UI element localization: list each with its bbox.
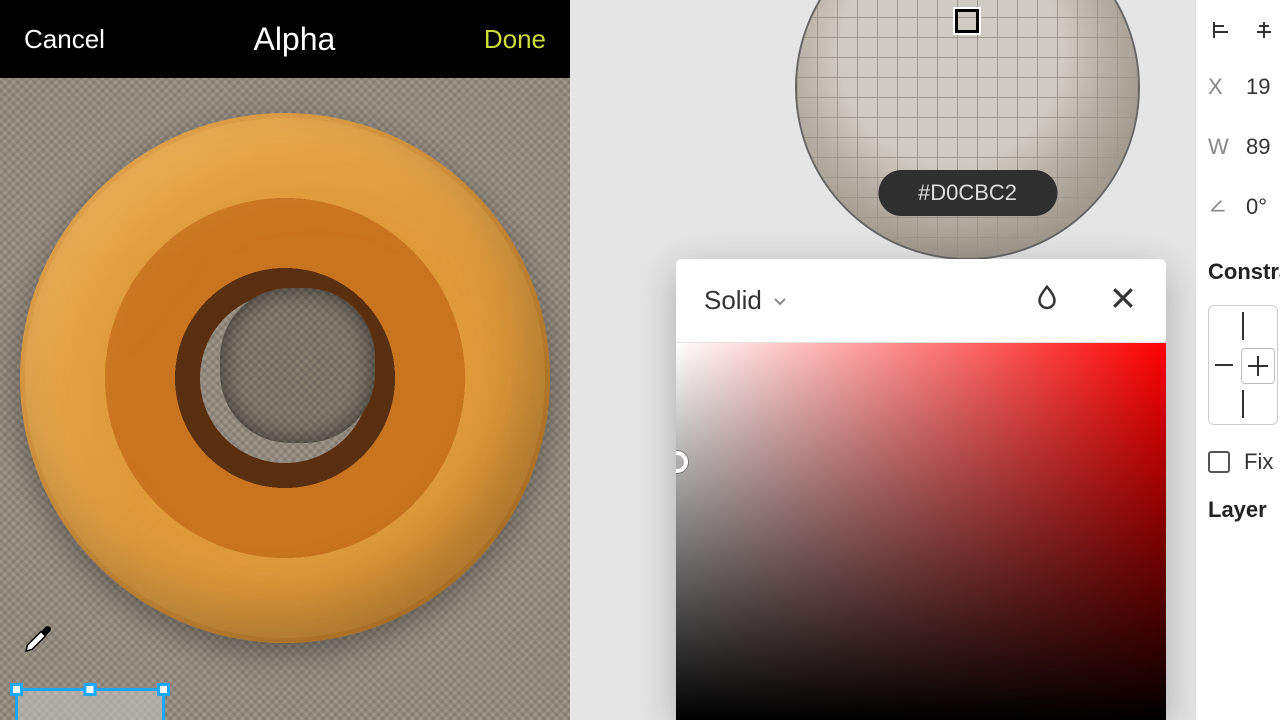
cancel-button[interactable]: Cancel [24, 24, 105, 55]
w-value: 89 [1246, 134, 1270, 160]
x-label: X [1208, 74, 1232, 100]
loupe-target-pixel [955, 9, 979, 33]
loupe-pixels [797, 0, 1138, 258]
selection-rectangle[interactable] [15, 688, 165, 720]
done-button[interactable]: Done [484, 24, 546, 55]
rotation-row[interactable]: 0° [1196, 177, 1280, 237]
fill-type-dropdown[interactable]: Solid [704, 285, 788, 316]
constraint-center-icon[interactable] [1241, 348, 1275, 384]
donut-image [20, 113, 550, 643]
constraints-title: Constra [1196, 237, 1280, 291]
chevron-down-icon [772, 285, 788, 316]
saturation-value-area[interactable] [676, 343, 1166, 720]
fix-label: Fix [1244, 449, 1273, 475]
x-position-row[interactable]: X 19 [1196, 57, 1280, 117]
constraints-widget[interactable] [1208, 305, 1278, 425]
fix-position-row[interactable]: Fix [1196, 425, 1280, 475]
photo-canvas[interactable] [0, 78, 570, 720]
align-left-icon[interactable] [1210, 18, 1234, 47]
w-label: W [1208, 134, 1232, 160]
mobile-panel: Cancel Alpha Done [0, 0, 570, 720]
fix-checkbox[interactable] [1208, 451, 1230, 473]
layer-title: Layer [1196, 475, 1280, 529]
resize-handle[interactable] [84, 683, 97, 696]
align-tools [1196, 8, 1280, 57]
resize-handle[interactable] [10, 683, 23, 696]
close-icon[interactable] [1108, 283, 1138, 318]
loupe-hex-value: #D0CBC2 [878, 170, 1057, 216]
screen-title: Alpha [253, 21, 335, 58]
donut-hole [220, 288, 375, 443]
inspector-panel: X 19 W 89 0° Constra Fix Layer [1195, 0, 1280, 720]
x-value: 19 [1246, 74, 1270, 100]
blend-mode-icon[interactable] [1032, 283, 1062, 318]
resize-handle[interactable] [157, 683, 170, 696]
color-picker: Solid [676, 259, 1166, 720]
eyedropper-icon[interactable] [20, 621, 56, 657]
mobile-header: Cancel Alpha Done [0, 0, 570, 78]
width-row[interactable]: W 89 [1196, 117, 1280, 177]
rotation-value: 0° [1246, 194, 1267, 220]
fill-type-label: Solid [704, 285, 762, 316]
color-loupe[interactable]: #D0CBC2 [795, 0, 1140, 260]
angle-icon [1208, 194, 1232, 220]
color-picker-header: Solid [676, 259, 1166, 343]
align-center-icon[interactable] [1252, 18, 1276, 47]
